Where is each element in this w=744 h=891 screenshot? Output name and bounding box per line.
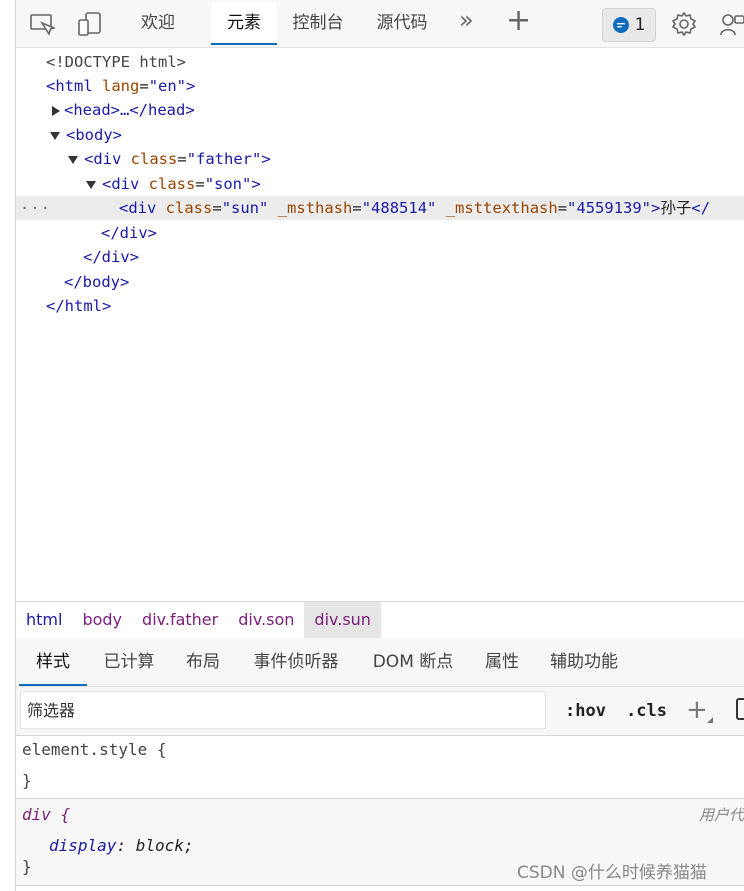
ua-rule-selector[interactable]: div { bbox=[22, 805, 70, 824]
element-style-rule: element.style { } bbox=[16, 736, 744, 799]
tab-elements[interactable]: 元素 bbox=[211, 2, 277, 45]
issue-chat-icon bbox=[612, 17, 629, 33]
tab-event-listeners[interactable]: 事件侦听器 bbox=[247, 638, 345, 684]
class-attr: class bbox=[165, 199, 213, 217]
body-open-tag: <body> bbox=[66, 126, 122, 144]
div-close-tag: </div> bbox=[83, 248, 139, 266]
head-tag: <head>…</head> bbox=[64, 101, 195, 119]
collapse-arrow-icon[interactable] bbox=[50, 131, 60, 140]
device-emulation-icon[interactable] bbox=[76, 10, 104, 38]
dom-tree: <!DOCTYPE html> <html lang="en"> <head>…… bbox=[16, 48, 744, 601]
dom-sun-node-selected[interactable]: ··· <div class="sun" _msthash="488514" _… bbox=[16, 196, 744, 220]
watermark: CSDN @什么时候养猫猫 bbox=[517, 863, 707, 883]
class-value: "sun" bbox=[221, 199, 269, 217]
ua-property-name: display bbox=[49, 836, 117, 855]
breadcrumb: html body div.father div.son div.sun bbox=[16, 601, 744, 639]
user-feedback-icon[interactable] bbox=[718, 10, 744, 38]
html-lang-value: "en" bbox=[148, 77, 187, 95]
div-open-tag: <div bbox=[102, 175, 140, 193]
hover-state-button[interactable]: :hov bbox=[565, 687, 606, 735]
dom-father-node[interactable]: <div class="father"> bbox=[68, 147, 271, 171]
styles-pane-tabs: 样式 已计算 布局 事件侦听器 DOM 断点 属性 辅助功能 bbox=[16, 638, 744, 687]
div-open-tag: <div bbox=[84, 150, 122, 168]
dom-html-node[interactable]: <html lang="en"> bbox=[46, 74, 195, 98]
element-style-selector[interactable]: element.style { bbox=[22, 740, 167, 759]
expand-arrow-icon[interactable] bbox=[52, 105, 60, 116]
node-actions-dots[interactable]: ··· bbox=[20, 196, 51, 220]
div-close-tag: </div> bbox=[101, 224, 157, 242]
doctype-text: <!DOCTYPE html> bbox=[46, 53, 186, 71]
class-attr: class bbox=[148, 175, 196, 193]
element-style-close: } bbox=[22, 771, 32, 790]
inspect-element-icon[interactable] bbox=[28, 10, 56, 38]
dom-head-node[interactable]: <head>…</head> bbox=[52, 98, 195, 122]
class-value: "son" bbox=[204, 175, 252, 193]
devtools-toolbar: 欢迎 元素 控制台 源代码 » + 1 bbox=[16, 0, 744, 48]
class-toggle-button[interactable]: .cls bbox=[626, 687, 667, 735]
tab-properties[interactable]: 属性 bbox=[478, 638, 526, 684]
class-attr: class bbox=[130, 150, 178, 168]
breadcrumb-div-sun[interactable]: div.sun bbox=[304, 602, 381, 638]
breadcrumb-html[interactable]: html bbox=[16, 602, 72, 638]
ua-rule-close: } bbox=[22, 857, 32, 876]
msttexthash-value: "4559139" bbox=[567, 199, 652, 217]
tab-computed[interactable]: 已计算 bbox=[96, 638, 162, 684]
tab-welcome[interactable]: 欢迎 bbox=[125, 2, 191, 45]
ua-declaration: display: block; bbox=[49, 836, 194, 855]
msthash-attr: _msthash bbox=[277, 199, 353, 217]
dom-son-node[interactable]: <div class="son"> bbox=[86, 172, 261, 196]
tab-console[interactable]: 控制台 bbox=[284, 2, 352, 45]
class-value: "father" bbox=[186, 150, 262, 168]
html-lang-attr: lang bbox=[102, 77, 140, 95]
add-tab-icon[interactable]: + bbox=[506, 3, 531, 38]
collapse-arrow-icon[interactable] bbox=[86, 180, 96, 189]
filter-input[interactable]: 筛选器 bbox=[20, 691, 546, 729]
issues-badge[interactable]: 1 bbox=[602, 8, 656, 42]
computed-sidebar-toggle-icon[interactable] bbox=[736, 698, 744, 720]
div-open-tag: <div bbox=[119, 199, 157, 217]
msttexthash-attr: _msttexthash bbox=[445, 199, 558, 217]
dom-body-node[interactable]: <body> bbox=[50, 123, 122, 147]
tab-layout[interactable]: 布局 bbox=[178, 638, 228, 684]
issues-count: 1 bbox=[634, 15, 646, 35]
tab-dom-breakpoints[interactable]: DOM 断点 bbox=[368, 638, 458, 684]
breadcrumb-div-son[interactable]: div.son bbox=[228, 602, 304, 638]
node-text-content: 孙子 bbox=[660, 199, 692, 217]
msthash-value: "488514" bbox=[361, 199, 437, 217]
dom-body-close[interactable]: </body> bbox=[64, 270, 129, 294]
body-close-tag: </body> bbox=[64, 273, 130, 291]
tab-accessibility[interactable]: 辅助功能 bbox=[543, 638, 625, 684]
new-style-rule-button[interactable]: + bbox=[686, 686, 708, 734]
html-close-tag: </html> bbox=[46, 297, 112, 315]
styles-filter-bar: 筛选器 :hov .cls + bbox=[16, 687, 744, 736]
settings-gear-icon[interactable] bbox=[670, 10, 698, 38]
dom-html-close[interactable]: </html> bbox=[46, 294, 111, 318]
tab-styles[interactable]: 样式 bbox=[19, 638, 87, 686]
ua-rule-origin: 用户代 bbox=[698, 806, 744, 824]
dom-doctype[interactable]: <!DOCTYPE html> bbox=[46, 50, 186, 74]
tab-sources[interactable]: 源代码 bbox=[368, 2, 436, 45]
dom-father-close[interactable]: </div> bbox=[83, 245, 139, 269]
new-rule-dropdown-icon[interactable] bbox=[707, 717, 713, 723]
breadcrumb-body[interactable]: body bbox=[72, 602, 132, 638]
html-open-tag: <html bbox=[46, 77, 93, 95]
collapse-arrow-icon[interactable] bbox=[68, 155, 78, 164]
breadcrumb-div-father[interactable]: div.father bbox=[132, 602, 228, 638]
more-tabs-icon[interactable]: » bbox=[459, 6, 474, 34]
dom-son-close[interactable]: </div> bbox=[101, 221, 157, 245]
ua-property-value: block; bbox=[135, 836, 194, 855]
